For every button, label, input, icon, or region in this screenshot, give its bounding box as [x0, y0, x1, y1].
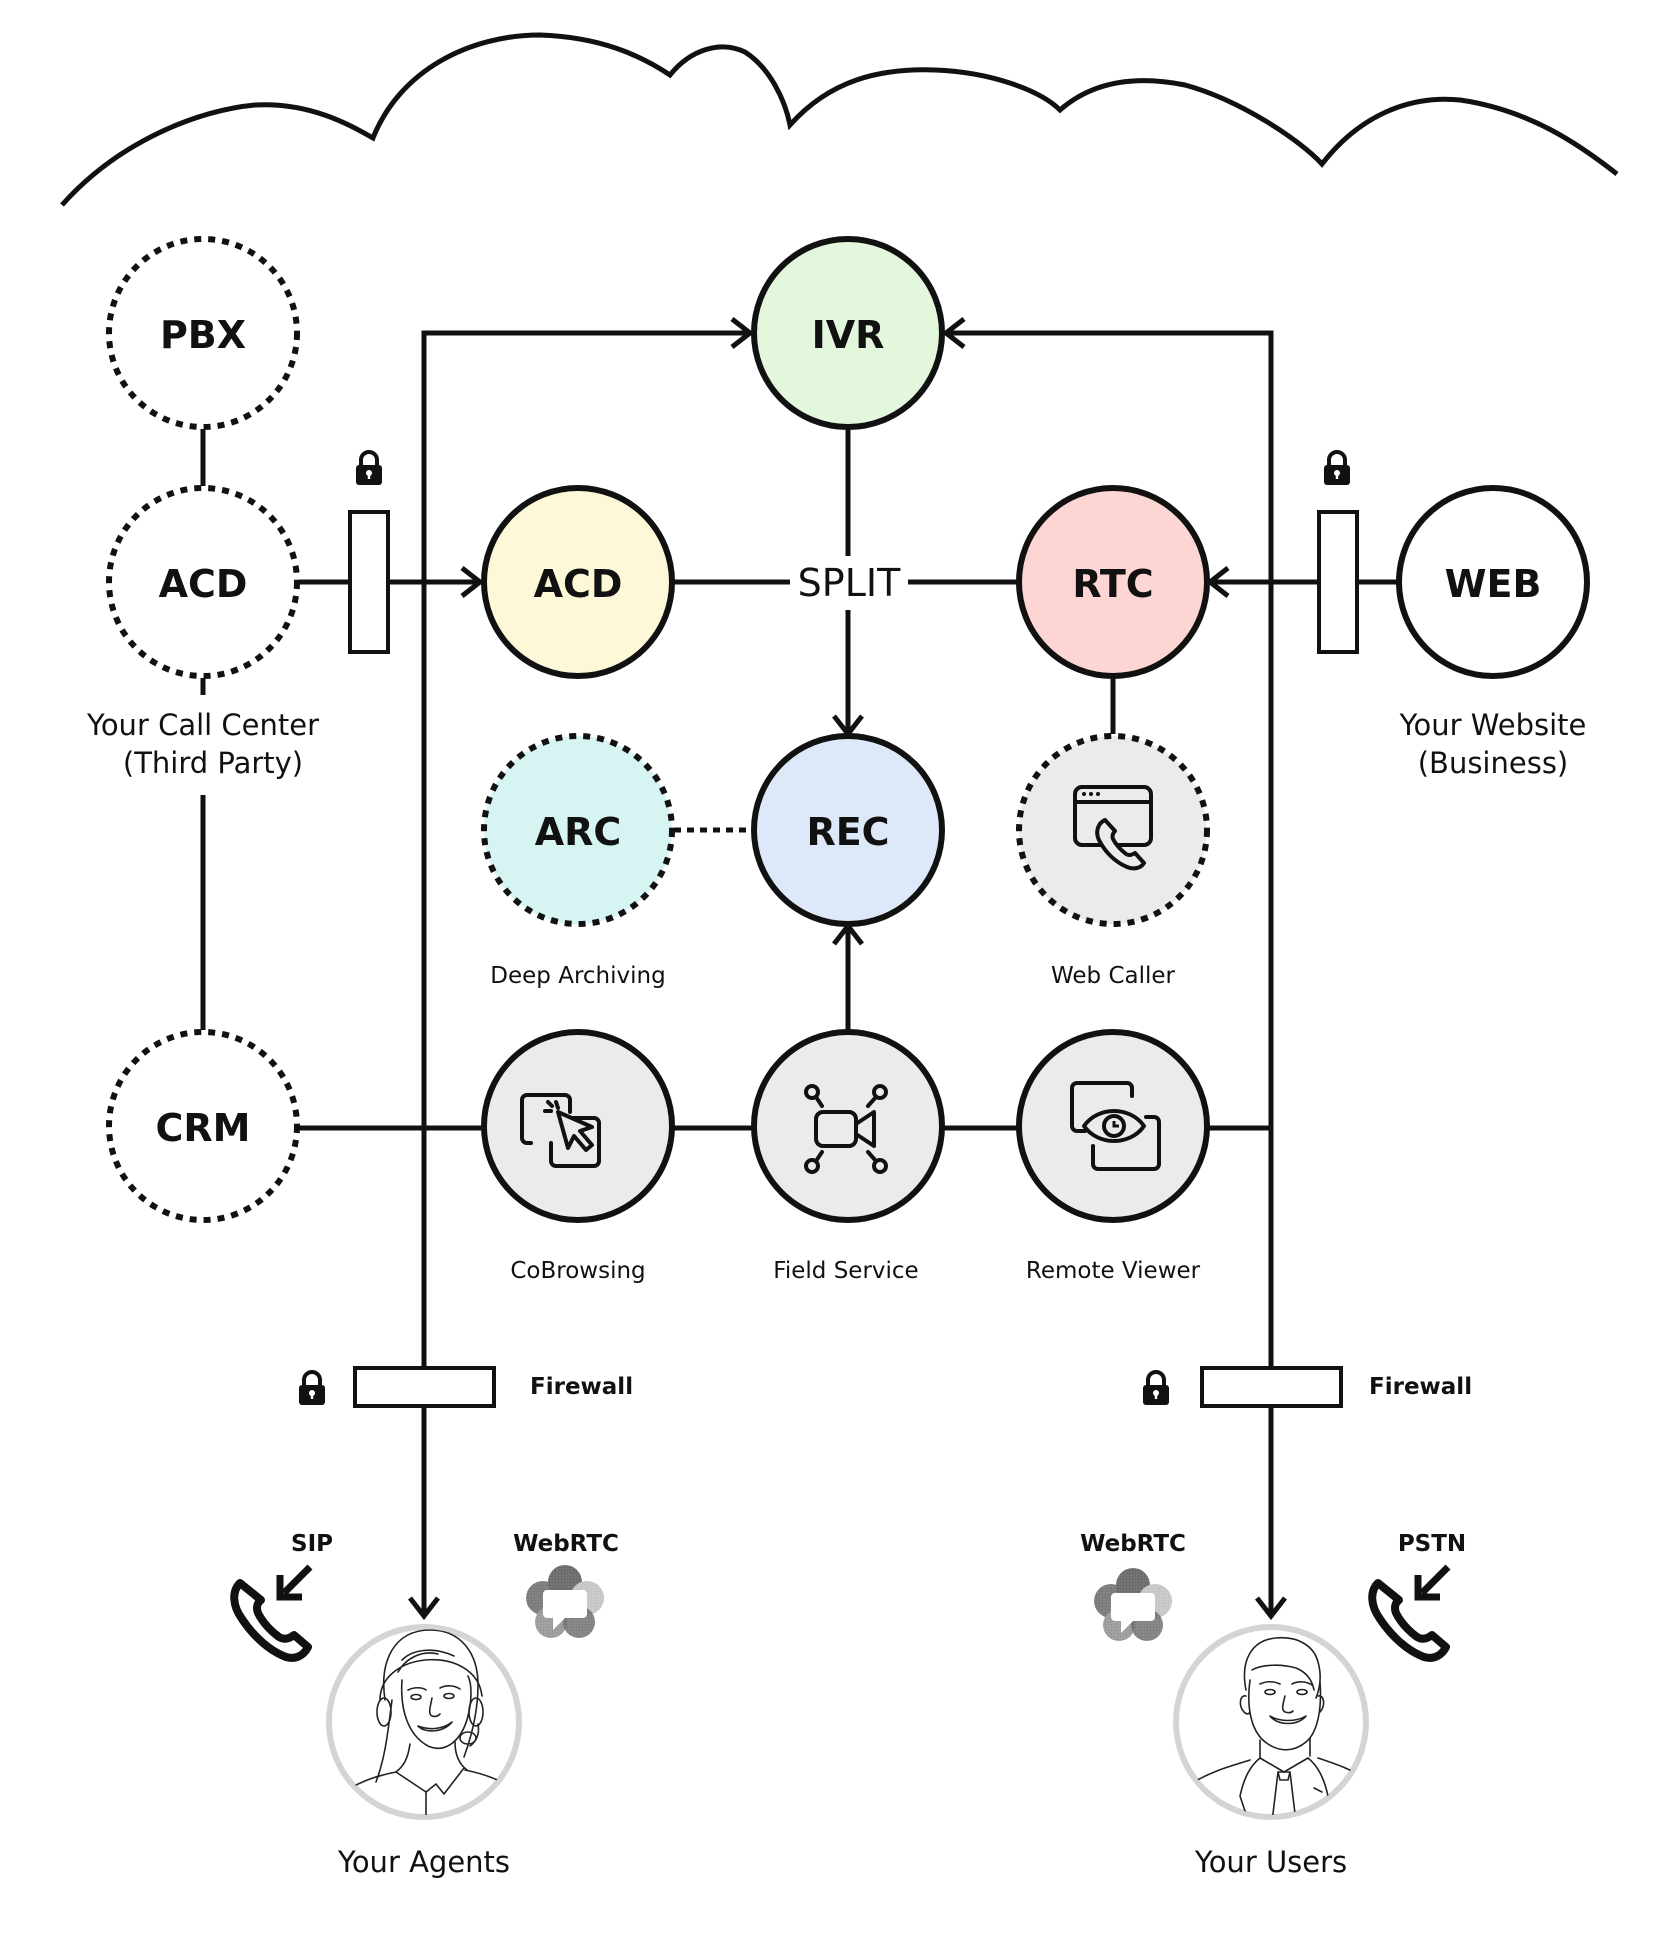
cloud-outline — [60, 32, 1619, 207]
lock-icon — [1143, 1370, 1169, 1405]
agent-avatar[interactable] — [326, 1624, 522, 1822]
users-label: Your Users — [1194, 1845, 1347, 1879]
architecture-diagram: Firewall Firewall PBX ACD Your Call Cent… — [60, 32, 1619, 1879]
split-label: SPLIT — [798, 561, 901, 605]
node-acd[interactable]: ACD — [481, 485, 675, 679]
sip-label: SIP — [291, 1531, 333, 1557]
lock-icon — [299, 1370, 325, 1405]
firewall-users: Firewall — [1143, 1366, 1472, 1408]
node-rec[interactable]: REC — [751, 733, 945, 927]
field-service-caption: Field Service — [773, 1258, 918, 1284]
node-label: ARC — [535, 810, 622, 854]
node-label: RTC — [1072, 562, 1153, 606]
firewall-label: Firewall — [530, 1374, 633, 1400]
node-arc[interactable]: ARC — [481, 733, 675, 927]
arc-caption: Deep Archiving — [490, 963, 665, 989]
node-acd-third-party[interactable]: ACD — [106, 485, 300, 679]
webrtc-label: WebRTC — [513, 1531, 619, 1557]
incoming-call-icon — [230, 1564, 313, 1662]
firewall-label: Firewall — [1369, 1374, 1472, 1400]
node-label: IVR — [812, 313, 885, 357]
call-center-label-line2: (Third Party) — [123, 746, 303, 780]
incoming-call-icon — [1368, 1564, 1451, 1662]
remote-viewer-caption: Remote Viewer — [1026, 1258, 1201, 1284]
website-label-line1: Your Website — [1399, 708, 1587, 742]
node-ivr[interactable]: IVR — [751, 236, 945, 430]
webrtc-label: WebRTC — [1080, 1531, 1186, 1557]
pstn-label: PSTN — [1398, 1531, 1466, 1557]
user-avatar[interactable] — [1173, 1624, 1370, 1826]
call-center-label-line1: Your Call Center — [86, 708, 319, 742]
node-cobrowsing[interactable] — [481, 1029, 675, 1223]
node-rtc[interactable]: RTC — [1016, 485, 1210, 679]
firewall-web — [1317, 450, 1359, 654]
node-field-service[interactable] — [751, 1029, 945, 1223]
node-web-caller[interactable] — [1016, 733, 1210, 927]
node-label: ACD — [534, 562, 623, 606]
node-crm[interactable]: CRM — [106, 1029, 300, 1223]
node-pbx[interactable]: PBX — [106, 236, 300, 430]
lock-icon — [356, 450, 382, 485]
webrtc-logo-icon — [526, 1565, 604, 1638]
node-label: PBX — [160, 313, 246, 357]
cobrowsing-caption: CoBrowsing — [510, 1258, 645, 1284]
website-label-line2: (Business) — [1418, 746, 1569, 780]
agents-label: Your Agents — [337, 1845, 510, 1879]
node-label: REC — [806, 810, 889, 854]
firewall-agents: Firewall — [299, 1366, 633, 1408]
webrtc-logo-icon — [1094, 1568, 1172, 1641]
node-label: CRM — [156, 1106, 251, 1150]
node-remote-viewer[interactable] — [1016, 1029, 1210, 1223]
node-label: ACD — [159, 562, 248, 606]
firewall-acd — [348, 450, 390, 654]
web-caller-caption: Web Caller — [1051, 963, 1176, 989]
node-web[interactable]: WEB — [1396, 485, 1590, 679]
node-label: WEB — [1445, 562, 1542, 606]
lock-icon — [1324, 450, 1350, 485]
